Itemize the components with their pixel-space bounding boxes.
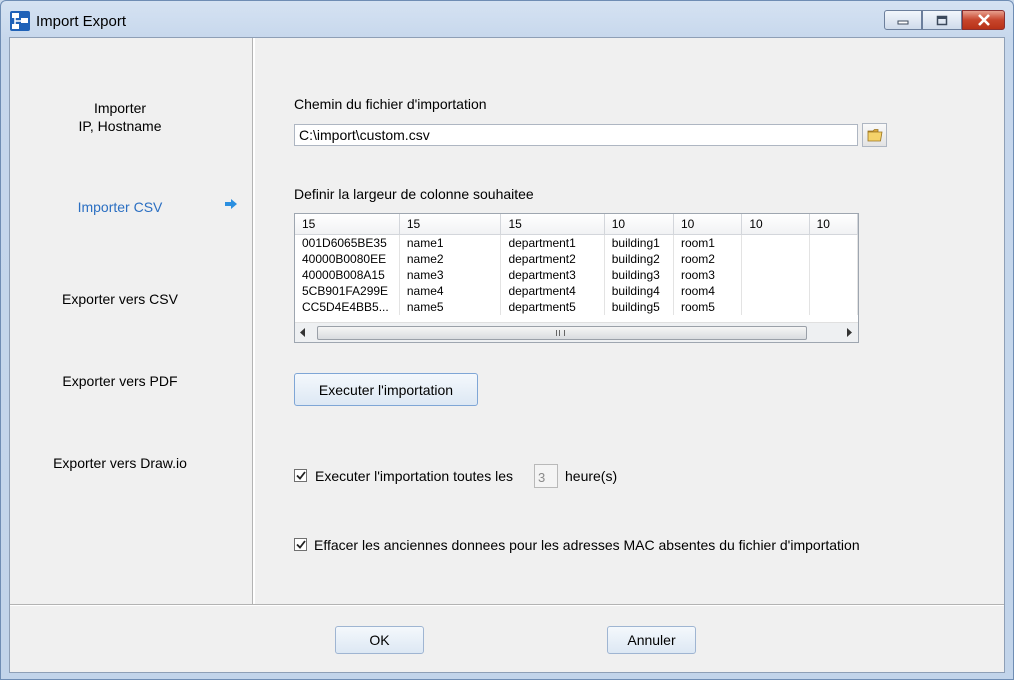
horizontal-scrollbar[interactable] (295, 322, 858, 342)
table-cell: building4 (604, 283, 674, 299)
close-button[interactable] (962, 10, 1005, 30)
import-export-window: Import Export Importer IP, Hostname Impo… (0, 0, 1014, 680)
table-cell: room1 (673, 234, 743, 251)
table-cell: name2 (399, 251, 502, 267)
table-row[interactable]: 5CB901FA299E name4 department4 building4 roo… (295, 283, 858, 299)
sidebar-item-export-csv[interactable]: Exporter vers CSV (10, 290, 230, 308)
table-cell (741, 234, 810, 251)
table-cell (809, 251, 858, 267)
schedule-checkbox[interactable] (294, 469, 307, 482)
table-cell: 5CB901FA299E (295, 283, 400, 299)
grid-column-header[interactable]: 10 (673, 214, 743, 235)
scroll-right-icon[interactable] (846, 328, 852, 337)
window-title: Import Export (36, 13, 127, 30)
sidebar-item-import-csv[interactable]: Importer CSV (10, 198, 230, 216)
table-cell: room2 (673, 251, 743, 267)
table-row[interactable]: CC5D4E4BB5... name5 department5 building5 ro… (295, 299, 858, 315)
sidebar-item-label: IP, Hostname (78, 118, 162, 134)
table-cell: name4 (399, 283, 502, 299)
run-import-button[interactable]: Executer l'importation (294, 373, 478, 406)
table-cell: room4 (673, 283, 743, 299)
sidebar-item-label: Importer (93, 100, 147, 116)
table-cell (741, 251, 810, 267)
table-cell: CC5D4E4BB5... (295, 299, 400, 315)
table-cell (809, 267, 858, 283)
purge-old-data-label: Effacer les anciennes donnees pour les a… (314, 537, 860, 553)
browse-button[interactable] (862, 123, 887, 147)
scroll-left-icon[interactable] (300, 328, 306, 337)
cancel-button[interactable]: Annuler (607, 626, 696, 654)
table-cell: 001D6065BE35 (295, 234, 400, 251)
table-cell: name1 (399, 234, 502, 251)
table-cell: room5 (673, 299, 743, 315)
table-cell: name5 (399, 299, 502, 315)
maximize-icon (936, 15, 948, 25)
grid-column-header[interactable]: 10 (604, 214, 674, 235)
table-row[interactable]: 40000B0080EE name2 department2 building2 roo… (295, 251, 858, 267)
table-cell (741, 299, 810, 315)
sidebar-item-export-drawio[interactable]: Exporter vers Draw.io (10, 454, 230, 472)
dialog-client-area: Importer IP, Hostname Importer CSV Expor… (9, 37, 1005, 673)
table-cell: department5 (500, 299, 605, 315)
table-cell: building2 (604, 251, 674, 267)
table-cell: department4 (500, 283, 605, 299)
app-network-icon (10, 11, 30, 31)
table-cell: department2 (500, 251, 605, 267)
title-bar[interactable]: Import Export (1, 1, 1013, 37)
checkmark-icon (295, 471, 306, 480)
grid-column-header[interactable]: 10 (741, 214, 810, 235)
table-cell: 40000B0080EE (295, 251, 400, 267)
checkmark-icon (295, 540, 306, 549)
table-cell: department1 (500, 234, 605, 251)
table-cell: 40000B008A15 (295, 267, 400, 283)
arrow-right-icon (225, 199, 237, 209)
table-cell: building3 (604, 267, 674, 283)
table-cell: building1 (604, 234, 674, 251)
close-icon (977, 14, 990, 26)
table-cell: name3 (399, 267, 502, 283)
grid-column-header[interactable]: 10 (809, 214, 858, 235)
table-cell (741, 267, 810, 283)
folder-icon (867, 129, 882, 142)
import-path-label: Chemin du fichier d'importation (294, 96, 487, 112)
sidebar-item-export-pdf[interactable]: Exporter vers PDF (10, 372, 230, 390)
import-path-input[interactable] (294, 124, 858, 146)
panel-divider (253, 38, 255, 604)
grid-column-header[interactable]: 15 (399, 214, 502, 235)
table-cell (809, 234, 858, 251)
table-cell (741, 283, 810, 299)
purge-old-data-checkbox[interactable] (294, 538, 307, 551)
schedule-unit-label: heure(s) (565, 468, 618, 484)
column-width-label: Definir la largeur de colonne souhaitee (294, 186, 534, 202)
minimize-button[interactable] (884, 10, 922, 30)
table-cell: room3 (673, 267, 743, 283)
csv-preview-grid[interactable]: 15 15 15 10 10 10 10 001D6065BE35 name1 departme… (294, 213, 859, 343)
maximize-button[interactable] (922, 10, 962, 30)
schedule-label: Executer l'importation toutes les (315, 468, 513, 484)
ok-button[interactable]: OK (335, 626, 424, 654)
table-cell (809, 299, 858, 315)
grid-column-header[interactable]: 15 (500, 214, 605, 235)
scrollbar-thumb[interactable] (317, 326, 807, 340)
table-row[interactable]: 40000B008A15 name3 department3 building3 roo… (295, 267, 858, 283)
grid-column-header[interactable]: 15 (295, 214, 400, 235)
sidebar: Importer IP, Hostname Importer CSV Expor… (10, 38, 253, 604)
table-row[interactable]: 001D6065BE35 name1 department1 building1 roo… (295, 234, 858, 251)
csv-preview-table: 15 15 15 10 10 10 10 001D6065BE35 name1 departme… (295, 214, 858, 315)
minimize-icon (897, 20, 909, 25)
sidebar-item-import-ip-hostname[interactable]: Importer IP, Hostname (10, 99, 230, 135)
table-cell: department3 (500, 267, 605, 283)
schedule-hours-input[interactable] (534, 464, 558, 488)
table-cell: building5 (604, 299, 674, 315)
footer-divider (10, 604, 1004, 606)
table-cell (809, 283, 858, 299)
